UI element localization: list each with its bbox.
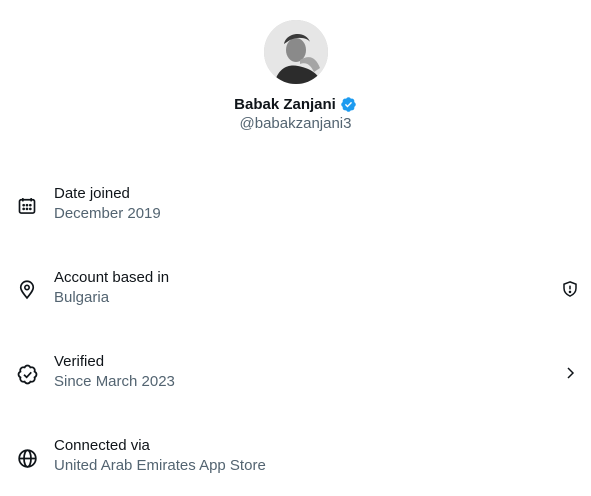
row-label: Connected via [54,437,150,454]
row-value: Bulgaria [54,289,110,306]
avatar[interactable] [263,20,328,84]
row-date-joined: Date joined December 2019 [0,184,591,244]
username-handle: @babakzanjani3 [239,115,352,132]
calendar-icon [16,195,38,217]
row-verified[interactable]: Verified Since March 2023 [0,352,591,412]
shield-alert-icon[interactable] [559,278,581,300]
row-label: Verified [54,353,105,370]
row-connected-via: Connected via United Arab Emirates App S… [0,436,591,496]
row-label: Date joined [54,185,130,202]
verified-check-icon [16,363,38,385]
avatar-photo [263,20,328,84]
row-value: United Arab Emirates App Store [54,457,266,474]
globe-icon [16,447,38,469]
row-label: Account based in [54,269,170,286]
profile-header: Babak Zanjani @babakzanjani3 [0,0,591,132]
row-account-based-in: Account based in Bulgaria [0,268,591,328]
row-value: December 2019 [54,205,161,222]
location-pin-icon [16,279,38,301]
display-name: Babak Zanjani [234,95,336,113]
name-row: Babak Zanjani [234,94,357,114]
row-value: Since March 2023 [54,373,175,390]
verified-badge-icon [340,96,357,113]
chevron-right-icon[interactable] [559,362,581,384]
